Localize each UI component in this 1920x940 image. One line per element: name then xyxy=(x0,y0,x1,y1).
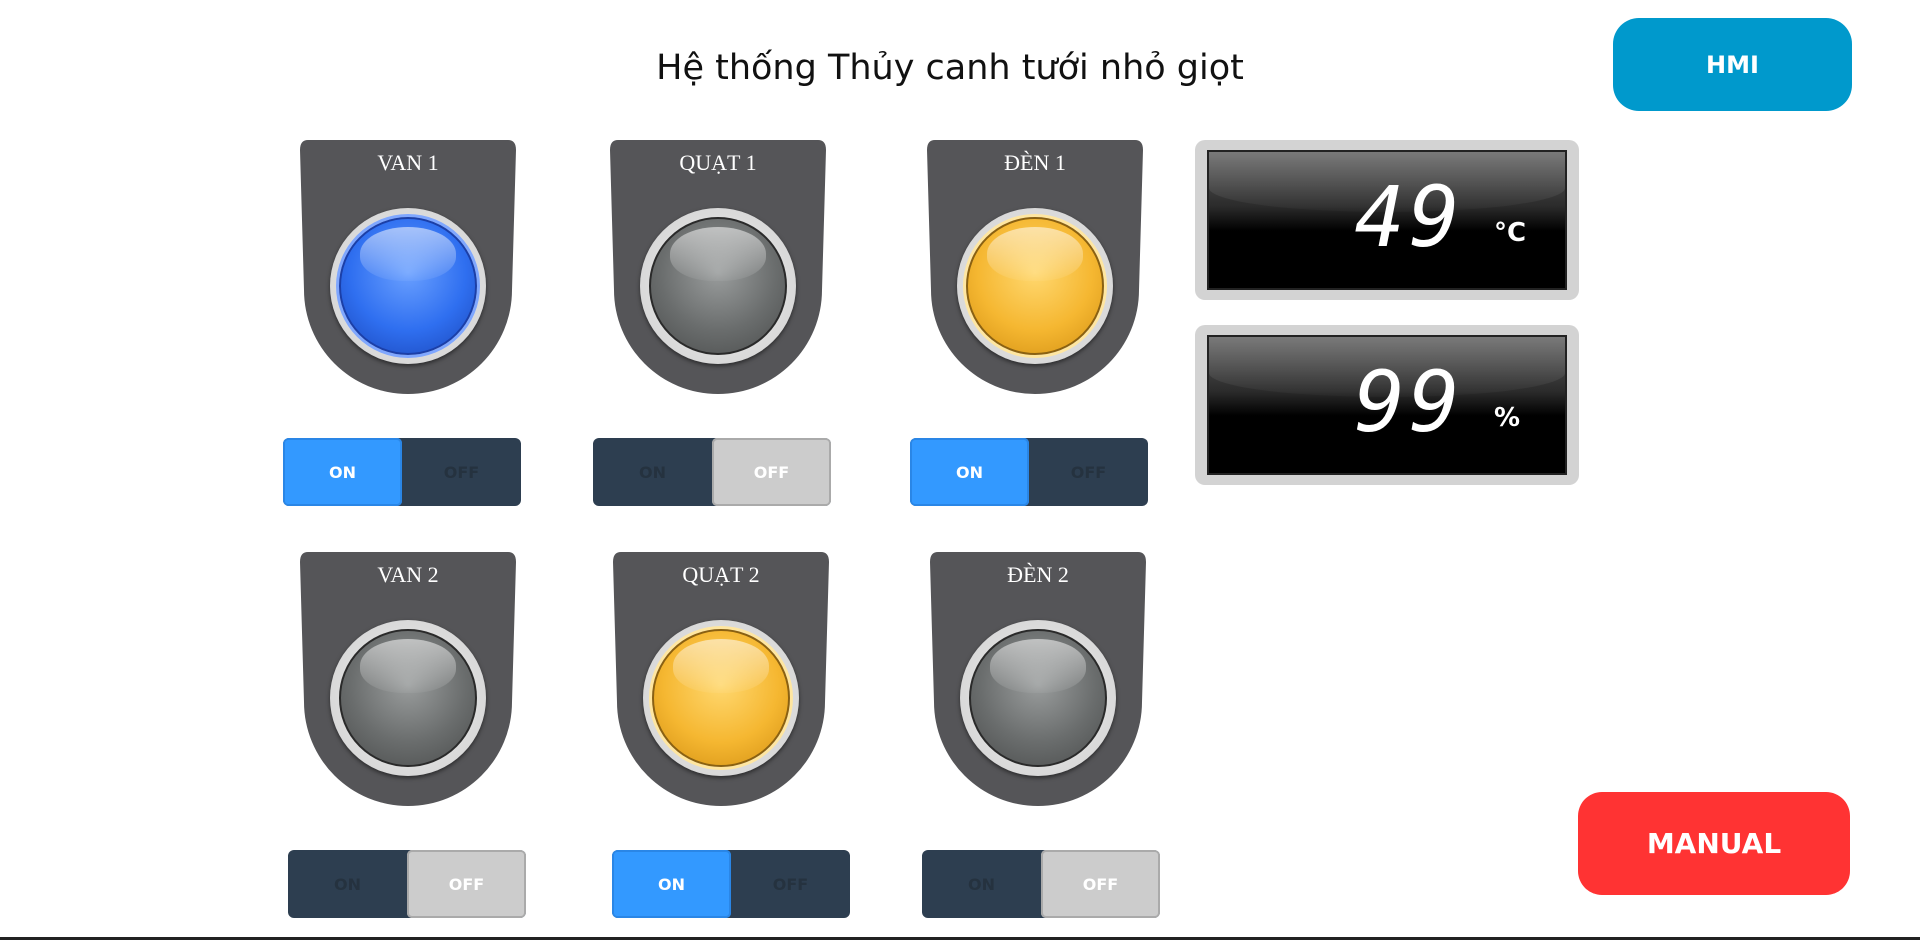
device-den2: ĐÈN 2 ON OFF xyxy=(918,552,1160,918)
lamp-den1 xyxy=(966,217,1104,355)
lamp-quat2 xyxy=(652,629,790,767)
lamp-bezel xyxy=(960,620,1116,776)
device-van2: VAN 2 ON OFF xyxy=(288,552,528,918)
lamp-van2 xyxy=(339,629,477,767)
device-label: VAN 1 xyxy=(377,150,439,175)
lamp-quat1 xyxy=(649,217,787,355)
humidity-unit: % xyxy=(1494,403,1521,433)
switch-on-option[interactable]: ON xyxy=(593,438,712,506)
device-van1: VAN 1 ON OFF xyxy=(283,140,528,506)
humidity-display: 99 % xyxy=(1195,325,1579,485)
switch-off-option[interactable]: OFF xyxy=(1041,850,1160,918)
lamp-bezel xyxy=(957,208,1113,364)
switch-on-option[interactable]: ON xyxy=(612,850,731,918)
switch-quat2[interactable]: ON OFF xyxy=(612,850,850,918)
switch-off-option[interactable]: OFF xyxy=(407,850,526,918)
lamp-bezel xyxy=(330,208,486,364)
pilot-light-van2: VAN 2 xyxy=(288,552,528,814)
switch-den2[interactable]: ON OFF xyxy=(922,850,1160,918)
pilot-light-van1: VAN 1 xyxy=(288,140,528,402)
switch-on-option[interactable]: ON xyxy=(910,438,1029,506)
switch-on-option[interactable]: ON xyxy=(288,850,407,918)
switch-den1[interactable]: ON OFF xyxy=(910,438,1148,506)
device-quat2: QUẠT 2 ON OFF xyxy=(601,552,850,918)
humidity-value: 99 xyxy=(1354,353,1464,451)
hmi-button[interactable]: HMI xyxy=(1613,18,1852,111)
switch-quat1[interactable]: ON OFF xyxy=(593,438,831,506)
display-screen: 49 °C xyxy=(1207,150,1567,290)
device-quat1: QUẠT 1 ON OFF xyxy=(593,140,838,506)
lamp-bezel xyxy=(640,208,796,364)
pilot-light-quat2: QUẠT 2 xyxy=(601,552,841,814)
pilot-light-quat1: QUẠT 1 xyxy=(598,140,838,402)
device-label: QUẠT 1 xyxy=(679,150,757,175)
device-label: QUẠT 2 xyxy=(682,562,760,587)
switch-van1[interactable]: ON OFF xyxy=(283,438,521,506)
switch-off-option[interactable]: OFF xyxy=(712,438,831,506)
pilot-light-den2: ĐÈN 2 xyxy=(918,552,1158,814)
switch-van2[interactable]: ON OFF xyxy=(288,850,526,918)
switch-on-option[interactable]: ON xyxy=(283,438,402,506)
display-screen: 99 % xyxy=(1207,335,1567,475)
lamp-bezel xyxy=(643,620,799,776)
pilot-light-den1: ĐÈN 1 xyxy=(915,140,1155,402)
manual-button[interactable]: MANUAL xyxy=(1578,792,1850,895)
lamp-bezel xyxy=(330,620,486,776)
temperature-display: 49 °C xyxy=(1195,140,1579,300)
device-den1: ĐÈN 1 ON OFF xyxy=(910,140,1155,506)
lamp-van1 xyxy=(339,217,477,355)
lamp-den2 xyxy=(969,629,1107,767)
switch-off-option[interactable]: OFF xyxy=(402,438,521,506)
temperature-value: 49 xyxy=(1354,168,1464,266)
device-label: ĐÈN 1 xyxy=(1004,150,1066,175)
device-label: VAN 2 xyxy=(377,562,439,587)
switch-on-option[interactable]: ON xyxy=(922,850,1041,918)
device-label: ĐÈN 2 xyxy=(1007,562,1069,587)
temperature-unit: °C xyxy=(1494,218,1527,248)
switch-off-option[interactable]: OFF xyxy=(1029,438,1148,506)
switch-off-option[interactable]: OFF xyxy=(731,850,850,918)
